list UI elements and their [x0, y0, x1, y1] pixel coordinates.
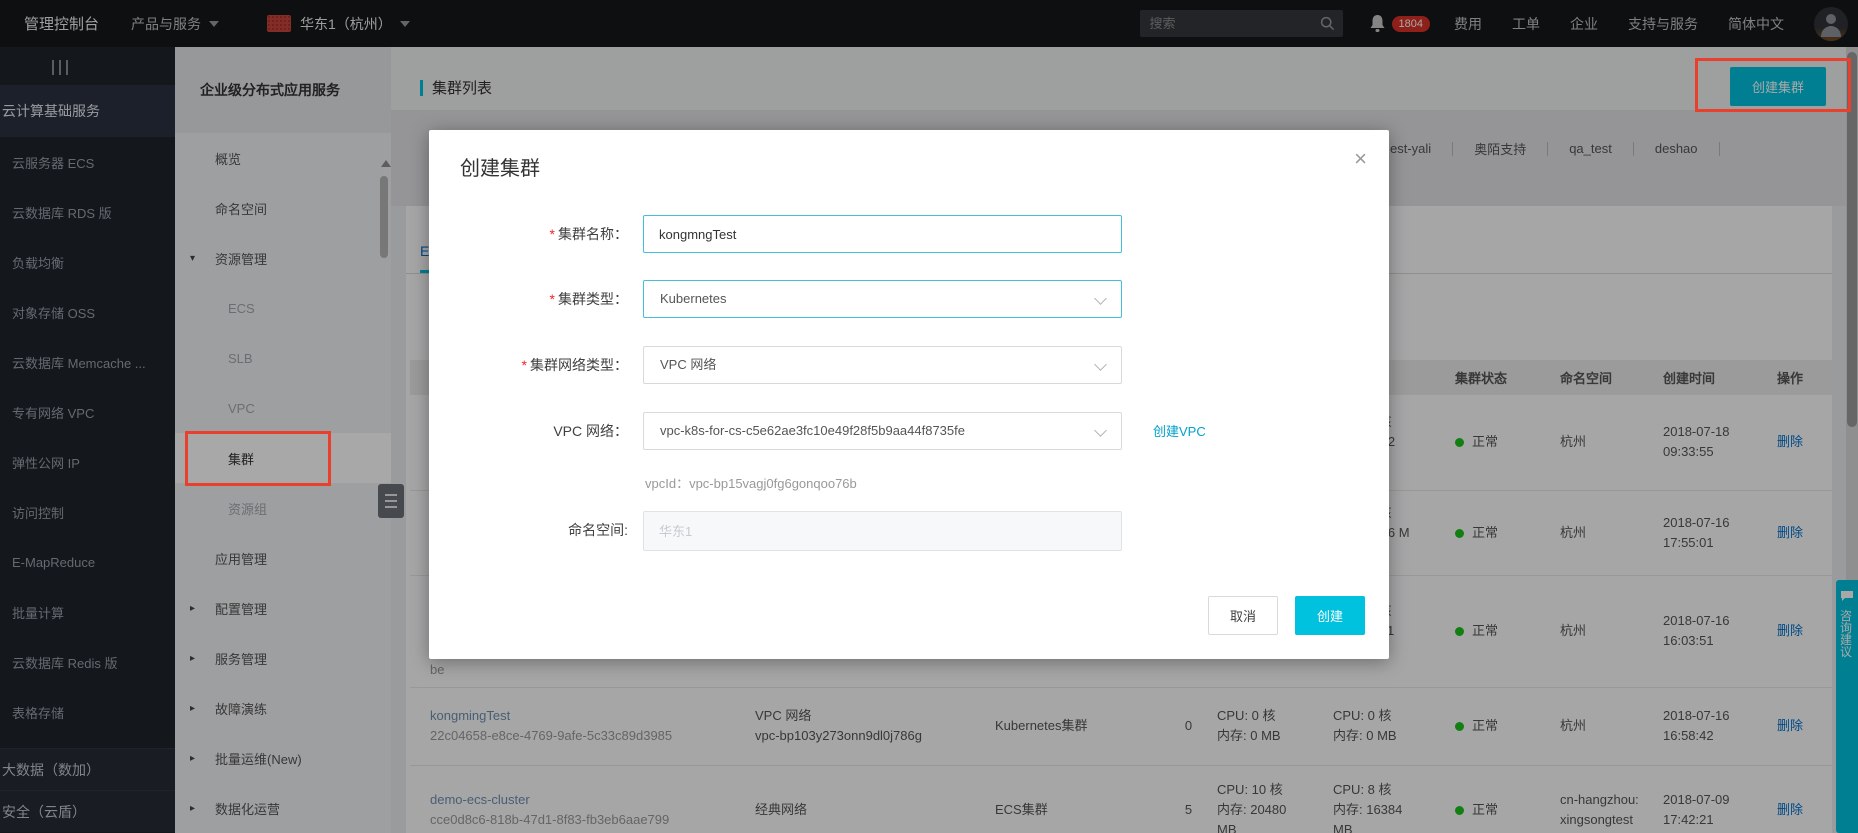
vpc-select[interactable]: vpc-k8s-for-cs-c5e62ae3fc10e49f28f5b9aa4… — [643, 412, 1122, 450]
required-marker: * — [550, 226, 555, 242]
vpc-label: VPC 网络： — [429, 412, 628, 450]
required-marker: * — [522, 357, 527, 373]
console-app: 管理控制台 产品与服务 华东1（杭州） — [0, 0, 1858, 833]
cluster-name-label: *集群名称： — [429, 215, 628, 253]
namespace-input — [643, 511, 1122, 551]
namespace-label: 命名空间: — [429, 511, 628, 549]
cancel-button[interactable]: 取消 — [1208, 596, 1278, 635]
cluster-type-label: *集群类型： — [429, 280, 628, 318]
chevron-down-icon — [1094, 424, 1107, 437]
submit-create-button[interactable]: 创建 — [1295, 596, 1365, 635]
network-type-label: *集群网络类型： — [429, 346, 628, 384]
create-vpc-link[interactable]: 创建VPC — [1153, 421, 1206, 440]
chevron-down-icon — [1094, 292, 1107, 305]
vpc-id-text: vpcId：vpc-bp15vagj0fg6gonqoo76b — [645, 473, 857, 492]
dialog-title: 创建集群 — [460, 152, 540, 181]
required-marker: * — [550, 291, 555, 307]
chevron-down-icon — [1094, 358, 1107, 371]
create-cluster-dialog: 创建集群 × *集群名称： *集群类型： Kubernetes *集群网络类型：… — [429, 130, 1389, 659]
close-icon[interactable]: × — [1354, 148, 1367, 170]
cluster-name-input[interactable] — [643, 215, 1122, 253]
network-type-select[interactable]: VPC 网络 — [643, 346, 1122, 384]
cluster-type-select[interactable]: Kubernetes — [643, 280, 1122, 318]
